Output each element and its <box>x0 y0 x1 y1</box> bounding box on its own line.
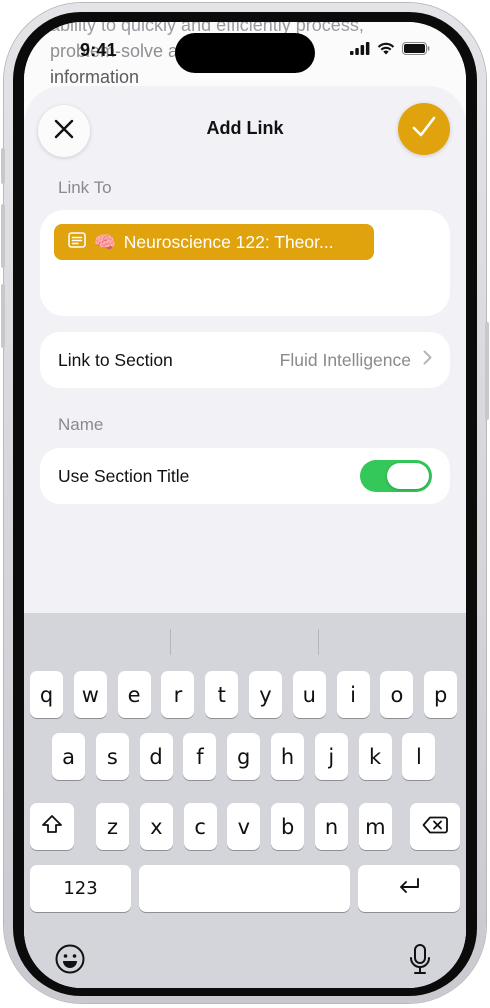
key-y[interactable]: y <box>249 671 282 718</box>
key-l[interactable]: l <box>402 733 436 780</box>
key-m[interactable]: m <box>358 803 392 850</box>
chevron-right-icon <box>423 350 432 370</box>
volume-down-button <box>1 284 5 348</box>
delete-key[interactable] <box>410 803 460 850</box>
suggestion-divider <box>170 629 171 655</box>
key-e[interactable]: e <box>117 671 151 718</box>
key-h[interactable]: h <box>271 733 304 780</box>
shift-icon <box>41 814 63 839</box>
emoji-button[interactable] <box>50 941 90 981</box>
note-icon <box>68 231 86 253</box>
key-z[interactable]: z <box>96 803 129 850</box>
key-u[interactable]: u <box>292 671 326 718</box>
link-to-section-row[interactable]: Link to Section Fluid Intelligence <box>40 332 450 388</box>
key-f[interactable]: f <box>183 733 217 780</box>
microphone-icon <box>408 943 432 980</box>
keyboard: qwertyuiop asdfghjkl zxcvbnm 123 <box>24 613 466 988</box>
key-w[interactable]: w <box>73 671 107 718</box>
link-to-section-value: Fluid Intelligence <box>279 349 411 370</box>
name-label: Name <box>58 415 104 434</box>
use-section-title-label: Use Section Title <box>58 465 190 486</box>
linked-note-title: Neuroscience 122: Theor... <box>123 231 334 252</box>
checkmark-icon <box>412 116 436 143</box>
volume-up-button <box>1 204 5 268</box>
emoji-icon <box>54 943 86 980</box>
link-to-label: Link To <box>58 178 112 197</box>
key-j[interactable]: j <box>314 733 348 780</box>
key-g[interactable]: g <box>227 733 261 780</box>
use-section-title-row: Use Section Title <box>40 448 450 504</box>
suggestion-divider <box>318 629 319 655</box>
key-a[interactable]: a <box>52 733 85 780</box>
background-text-line: information <box>50 67 140 87</box>
cellular-signal-icon <box>350 42 370 60</box>
key-c[interactable]: c <box>183 803 217 850</box>
key-i[interactable]: i <box>336 671 370 718</box>
return-key[interactable] <box>358 865 460 912</box>
key-s[interactable]: s <box>95 733 129 780</box>
dynamic-island <box>175 33 315 73</box>
key-o[interactable]: o <box>380 671 414 718</box>
link-to-section-label: Link to Section <box>58 349 173 370</box>
key-n[interactable]: n <box>315 803 348 850</box>
linked-note-chip[interactable]: 🧠 Neuroscience 122: Theor... <box>54 224 374 260</box>
toggle-knob <box>387 463 429 489</box>
numbers-key[interactable]: 123 <box>30 865 131 912</box>
key-q[interactable]: q <box>30 671 63 718</box>
power-button <box>485 322 489 420</box>
action-button <box>1 148 5 184</box>
status-time: 9:41 <box>80 40 117 60</box>
dictation-button[interactable] <box>400 941 440 981</box>
key-v[interactable]: v <box>227 803 261 850</box>
done-button[interactable] <box>398 103 450 155</box>
brain-emoji: 🧠 <box>94 231 116 252</box>
space-key[interactable] <box>139 865 350 912</box>
delete-backward-icon <box>422 815 448 839</box>
key-t[interactable]: t <box>205 671 239 718</box>
key-k[interactable]: k <box>358 733 392 780</box>
key-r[interactable]: r <box>161 671 195 718</box>
use-section-title-toggle[interactable] <box>360 460 432 492</box>
key-p[interactable]: p <box>424 671 458 718</box>
key-d[interactable]: d <box>139 733 173 780</box>
key-b[interactable]: b <box>271 803 305 850</box>
shift-key[interactable] <box>30 803 74 850</box>
key-x[interactable]: x <box>139 803 173 850</box>
return-icon <box>397 877 421 900</box>
link-to-field[interactable]: 🧠 Neuroscience 122: Theor... <box>40 210 450 316</box>
wifi-icon <box>377 42 395 60</box>
screen: ability to quickly and efficiently proce… <box>24 22 466 988</box>
status-icons <box>350 42 430 60</box>
battery-icon <box>402 42 430 60</box>
